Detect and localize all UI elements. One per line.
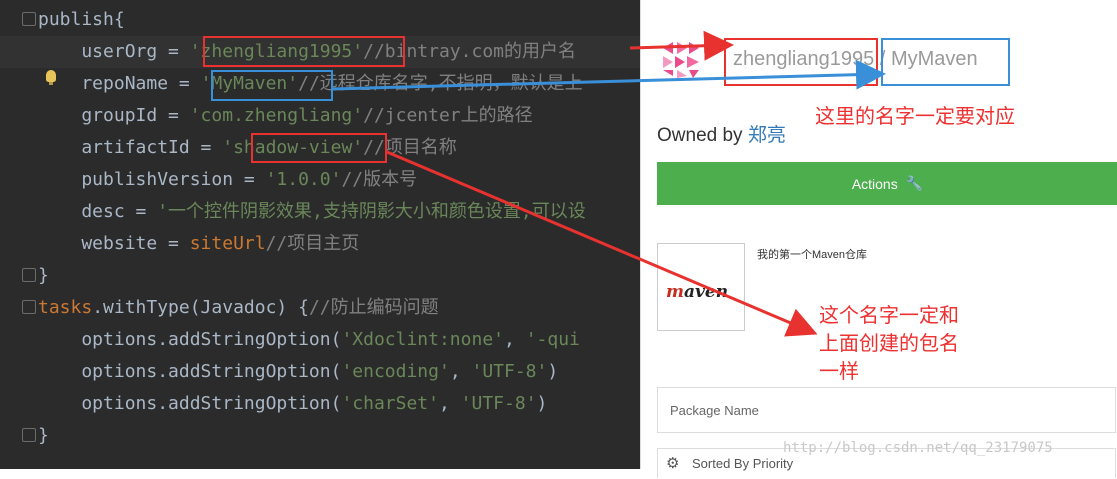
annotation-arrows — [332, 30, 886, 337]
watermark: http://blog.csdn.net/qq_23179075 — [783, 440, 1053, 456]
note-package-name: 这个名字一定和 上面创建的包名 一样 — [819, 305, 959, 383]
arrow-userorg — [629, 30, 734, 61]
arrow-reponame — [332, 59, 886, 91]
arrow-artifactid — [386, 150, 818, 337]
note-names-must-match: 这里的名字一定要对应 — [815, 106, 1015, 128]
